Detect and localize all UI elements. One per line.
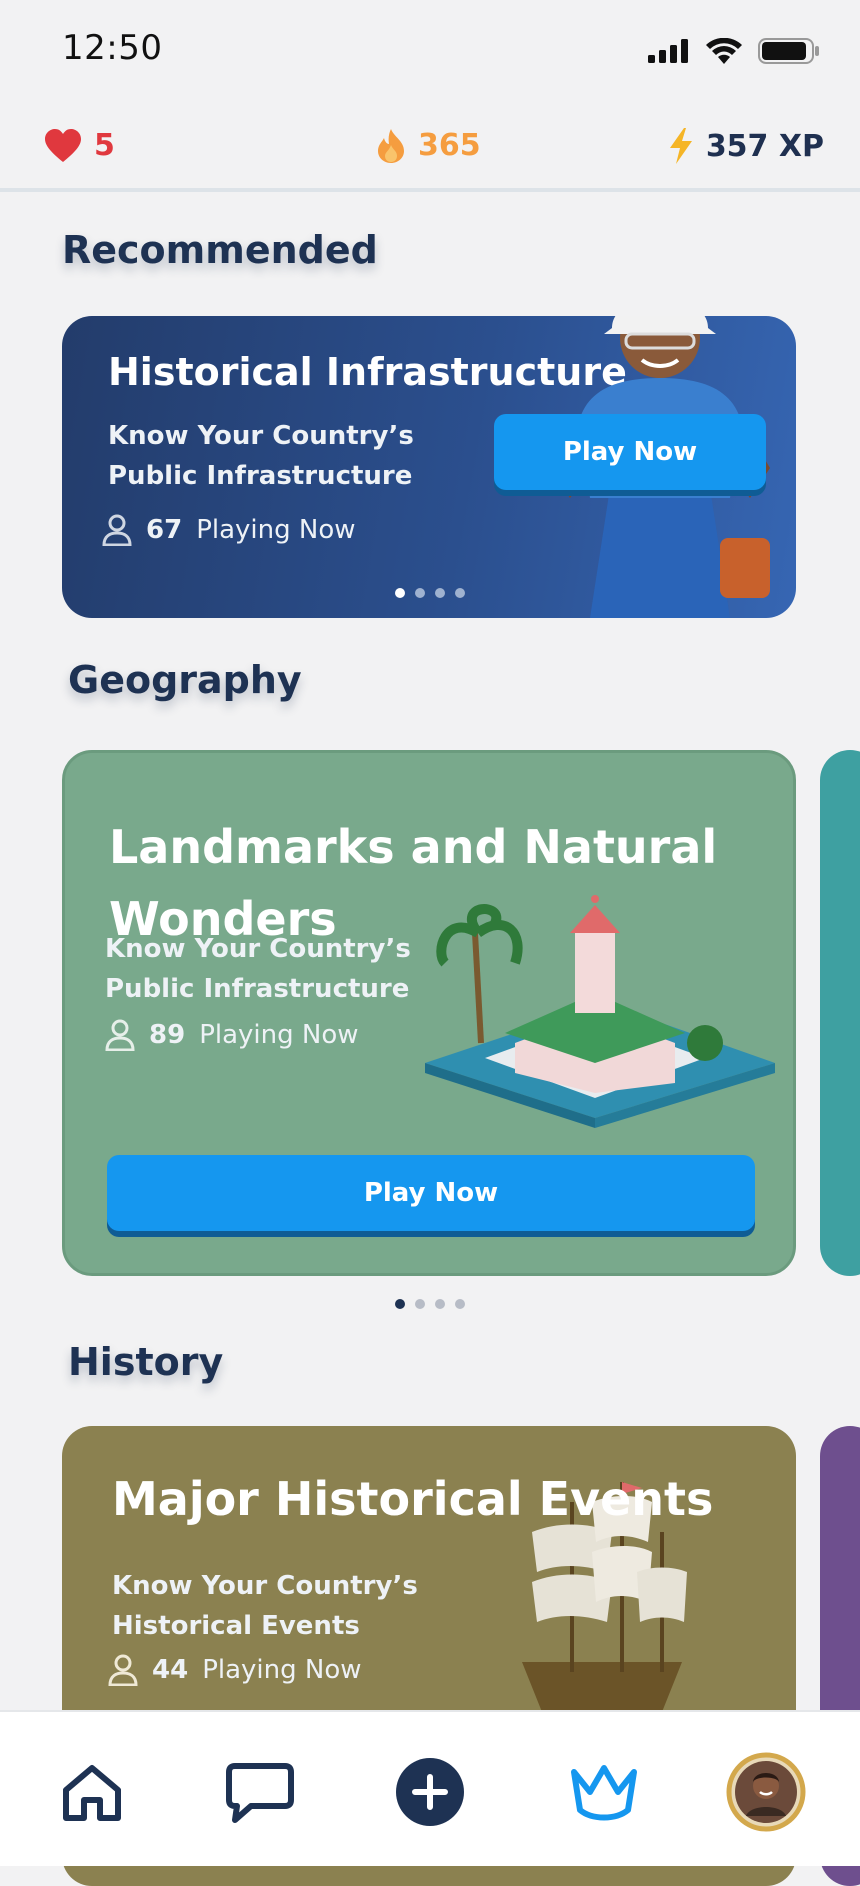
nav-leaderboard[interactable] [564, 1752, 644, 1832]
pager-dot[interactable] [455, 1299, 465, 1309]
user-icon [108, 1654, 138, 1686]
pager-dot[interactable] [455, 588, 465, 598]
profile-avatar [726, 1752, 806, 1832]
status-icons [648, 38, 820, 64]
pager-dot[interactable] [435, 1299, 445, 1309]
history-card-title: Major Historical Events [112, 1472, 714, 1526]
nav-profile[interactable] [726, 1752, 806, 1832]
section-title-recommended: Recommended [62, 228, 378, 272]
signal-icon [648, 39, 688, 63]
streak-counter[interactable]: 365 [376, 128, 481, 163]
lightning-icon [669, 128, 692, 164]
section-title-history: History [68, 1340, 224, 1384]
next-card-peek[interactable] [820, 750, 860, 1276]
stats-bar: 5 365 357 XP [0, 128, 860, 192]
section-title-geography: Geography [68, 658, 302, 702]
geography-card-subtitle: Know Your Country’s Public Infrastructur… [105, 934, 411, 1004]
geography-card[interactable]: Landmarks and Natural Wonders Know Your … [62, 750, 796, 1276]
user-icon [105, 1019, 135, 1051]
recommended-card[interactable]: Historical Infrastructure Know Your Coun… [62, 316, 796, 618]
battery-icon [758, 38, 819, 64]
recommended-pager[interactable] [395, 588, 465, 598]
recommended-play-button[interactable]: Play Now [494, 414, 766, 490]
wifi-icon [706, 38, 742, 64]
xp-counter[interactable]: 357 XP [668, 128, 824, 164]
streak-value: 365 [418, 128, 481, 163]
geography-play-button[interactable]: Play Now [107, 1155, 755, 1231]
pager-dot[interactable] [415, 588, 425, 598]
history-card-subtitle: Know Your Country’s Historical Events [112, 1571, 418, 1641]
hearts-value: 5 [94, 128, 115, 163]
bottom-nav [0, 1710, 860, 1866]
chat-icon [226, 1763, 294, 1823]
nav-chat[interactable] [220, 1752, 300, 1832]
pager-dot[interactable] [435, 588, 445, 598]
nav-add[interactable] [390, 1752, 470, 1832]
status-time: 12:50 [62, 28, 163, 68]
pager-dot[interactable] [415, 1299, 425, 1309]
recommended-card-subtitle: Know Your Country’s Public Infrastructur… [108, 421, 414, 491]
nav-home[interactable] [52, 1752, 132, 1832]
hearts-counter[interactable]: 5 [44, 128, 115, 163]
xp-value: 357 XP [705, 128, 824, 164]
geography-pager[interactable] [395, 1299, 465, 1309]
heart-icon [45, 128, 81, 162]
recommended-players: 67 Playing Now [102, 514, 356, 546]
pager-dot-active[interactable] [395, 588, 405, 598]
pager-dot-active[interactable] [395, 1299, 405, 1309]
island-landmark-illustration [425, 895, 775, 1128]
fire-icon [378, 128, 404, 163]
add-icon [396, 1758, 464, 1826]
geography-players: 89 Playing Now [105, 1019, 359, 1051]
crown-icon [571, 1765, 637, 1821]
history-players: 44 Playing Now [108, 1654, 362, 1686]
user-icon [102, 514, 132, 546]
home-icon [63, 1765, 121, 1821]
